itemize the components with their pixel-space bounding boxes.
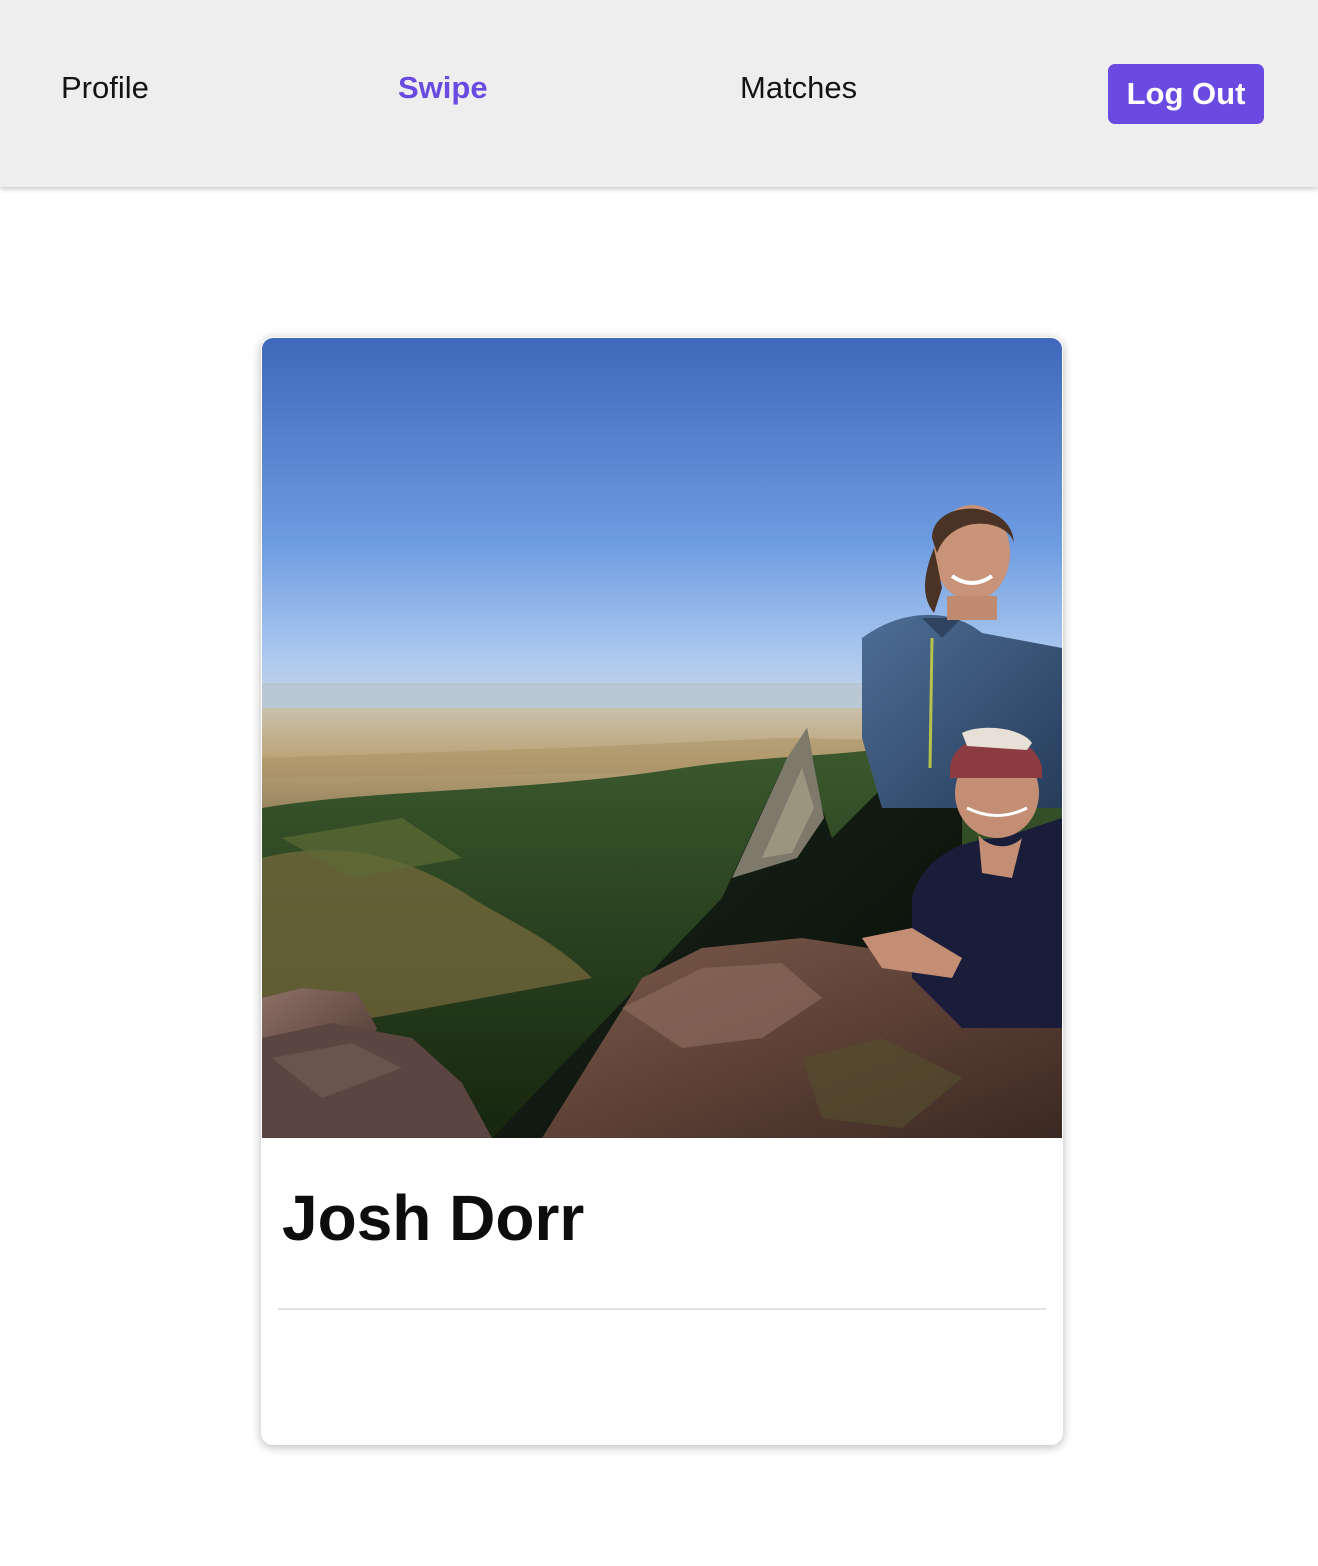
card-divider <box>278 1308 1046 1310</box>
nav-profile-link[interactable]: Profile <box>61 68 149 108</box>
profile-name: Josh Dorr <box>282 1182 585 1254</box>
top-navbar: Profile Swipe Matches Log Out <box>0 0 1318 187</box>
nav-swipe-link[interactable]: Swipe <box>398 68 488 108</box>
nav-matches-link[interactable]: Matches <box>740 68 857 108</box>
profile-photo-image <box>262 338 1062 1138</box>
profile-photo <box>262 338 1062 1138</box>
logout-button[interactable]: Log Out <box>1108 64 1264 124</box>
profile-card[interactable]: Josh Dorr <box>261 337 1063 1445</box>
